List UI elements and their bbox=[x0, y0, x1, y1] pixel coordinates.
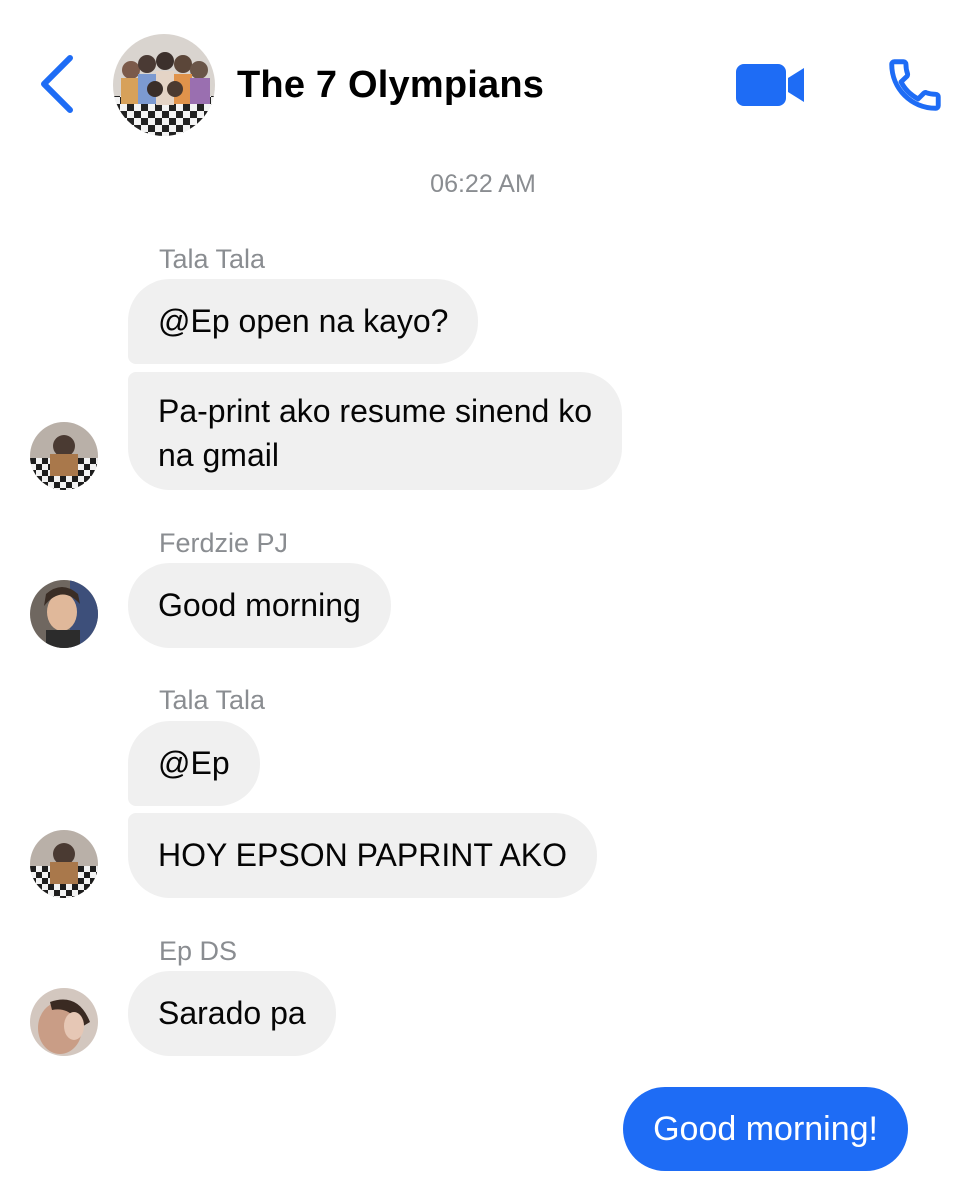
video-camera-icon bbox=[736, 64, 804, 106]
conversation-title[interactable]: The 7 Olympians bbox=[237, 64, 544, 107]
thread-timestamp: 06:22 AM bbox=[430, 170, 536, 198]
voice-call-button[interactable] bbox=[884, 54, 946, 116]
sent-message-bubble[interactable]: Good morning! bbox=[623, 1087, 908, 1171]
sender-name: Tala Tala bbox=[159, 685, 266, 715]
message-bubble[interactable]: @Ep bbox=[128, 721, 260, 806]
avatar[interactable] bbox=[30, 988, 98, 1056]
sender-name: Ep DS bbox=[159, 936, 238, 966]
message-bubble[interactable]: Sarado pa bbox=[128, 971, 336, 1056]
sender-name: Ferdzie PJ bbox=[159, 528, 289, 558]
phone-icon bbox=[889, 59, 941, 111]
sender-name: Tala Tala bbox=[159, 244, 266, 274]
message-bubble[interactable]: Pa-print ako resume sinend ko na gmail bbox=[128, 372, 622, 490]
group-avatar[interactable] bbox=[113, 34, 215, 136]
avatar[interactable] bbox=[30, 422, 98, 490]
message-bubble[interactable]: @Ep open na kayo? bbox=[128, 279, 479, 364]
video-call-button[interactable] bbox=[734, 60, 808, 110]
chevron-left-icon bbox=[41, 55, 73, 113]
avatar[interactable] bbox=[30, 580, 98, 648]
message-bubble[interactable]: HOY EPSON PAPRINT AKO bbox=[128, 813, 598, 898]
back-button[interactable] bbox=[34, 52, 84, 116]
conversation-header: The 7 Olympians bbox=[0, 0, 966, 150]
message-bubble[interactable]: Good morning bbox=[128, 563, 391, 648]
avatar[interactable] bbox=[30, 830, 98, 898]
